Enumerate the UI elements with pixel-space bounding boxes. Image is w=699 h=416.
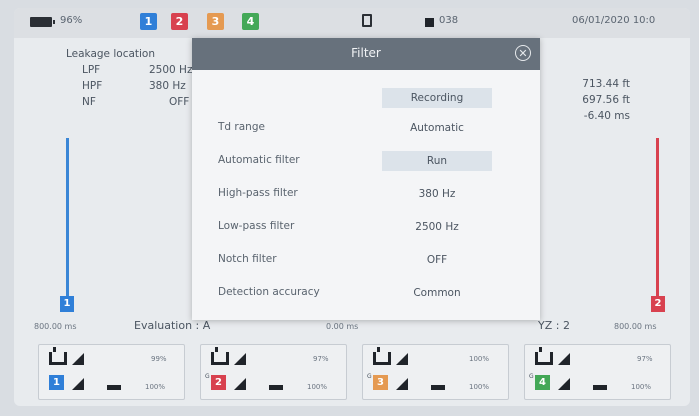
signal-icon [558, 378, 570, 390]
sensor-1-panel[interactable]: 99% 1 100% [38, 344, 185, 400]
record-icon [425, 18, 434, 27]
battery-percent: 96% [60, 15, 83, 26]
sensor-badge: 2 [211, 375, 226, 390]
right-cursor-line[interactable] [656, 138, 659, 310]
left-cursor-marker[interactable]: 1 [60, 296, 74, 312]
sensor-bottom-percent: 100% [307, 383, 328, 391]
time-axis: 800.00 ms 0.00 ms 800.00 ms [14, 320, 690, 336]
lpf-label: LPF [82, 64, 101, 76]
sensor-icon [211, 347, 229, 365]
low-pass-filter-value[interactable]: 2500 Hz [382, 217, 492, 237]
axis-left-time: 800.00 ms [34, 322, 77, 331]
distance-1-value: 713.44 ft [582, 78, 630, 90]
sensor-2-panel[interactable]: 97% G 2 100% [200, 344, 347, 400]
channel-2-indicator[interactable]: 2 [171, 13, 188, 30]
dialog-title: Filter [351, 46, 381, 60]
signal-icon [396, 378, 408, 390]
hpf-value: 380 Hz [149, 80, 186, 92]
signal-icon [72, 353, 84, 365]
sensor-status-row: 99% 1 100% 97% G 2 100% 100% G 3 100% 97… [34, 344, 684, 400]
battery-icon [269, 385, 283, 390]
sensor-g-tag: G [367, 373, 372, 380]
high-pass-filter-value[interactable]: 380 Hz [382, 184, 492, 204]
distance-2-value: 697.56 ft [582, 94, 630, 106]
sensor-top-percent: 97% [637, 355, 653, 363]
sensor-top-percent: 97% [313, 355, 329, 363]
sensor-badge: 4 [535, 375, 550, 390]
status-bar: 96% 1 2 3 4 038 06/01/2020 10:0 [14, 8, 690, 38]
signal-icon [234, 353, 246, 365]
td-range-value[interactable]: Automatic [382, 118, 492, 138]
sd-card-icon [362, 14, 372, 27]
notch-filter-value[interactable]: OFF [382, 250, 492, 270]
signal-icon [72, 378, 84, 390]
detection-accuracy-label: Detection accuracy [218, 286, 320, 298]
nf-label: NF [82, 96, 96, 108]
low-pass-filter-label: Low-pass filter [218, 220, 295, 232]
yz-label: YZ : 2 [538, 319, 570, 332]
sensor-g-tag: G [529, 373, 534, 380]
axis-right-time: 800.00 ms [614, 322, 657, 331]
evaluation-label: Evaluation : A [134, 319, 211, 332]
notch-filter-label: Notch filter [218, 253, 277, 265]
record-count: 038 [439, 15, 459, 26]
time-delay-value: -6.40 ms [583, 110, 630, 122]
dialog-header: Filter ✕ [192, 38, 540, 70]
sensor-top-percent: 99% [151, 355, 167, 363]
automatic-filter-label: Automatic filter [218, 154, 300, 166]
battery-icon [107, 385, 121, 390]
axis-center-time: 0.00 ms [326, 322, 359, 331]
sensor-top-percent: 100% [469, 355, 490, 363]
sensor-g-tag: G [205, 373, 210, 380]
signal-icon [234, 378, 246, 390]
leakage-location-title: Leakage location [66, 48, 156, 60]
signal-icon [396, 353, 408, 365]
right-cursor-marker[interactable]: 2 [651, 296, 665, 312]
detection-accuracy-value[interactable]: Common [382, 283, 492, 303]
sensor-bottom-percent: 100% [469, 383, 490, 391]
sensor-badge: 3 [373, 375, 388, 390]
lpf-value: 2500 Hz [149, 64, 193, 76]
nf-value: OFF [169, 96, 190, 108]
channel-4-indicator[interactable]: 4 [242, 13, 259, 30]
filter-dialog: Filter ✕ Recording Td range Automatic Au… [192, 38, 540, 320]
channel-1-indicator[interactable]: 1 [140, 13, 157, 30]
sensor-badge: 1 [49, 375, 64, 390]
hpf-label: HPF [82, 80, 103, 92]
battery-icon [431, 385, 445, 390]
sensor-3-panel[interactable]: 100% G 3 100% [362, 344, 509, 400]
datetime: 06/01/2020 10:0 [572, 15, 656, 26]
td-range-label: Td range [218, 121, 265, 133]
high-pass-filter-label: High-pass filter [218, 187, 298, 199]
close-icon[interactable]: ✕ [515, 45, 531, 61]
sensor-icon [49, 347, 67, 365]
recording-button[interactable]: Recording [382, 88, 492, 108]
sensor-icon [535, 347, 553, 365]
sensor-icon [373, 347, 391, 365]
automatic-filter-run-button[interactable]: Run [382, 151, 492, 171]
signal-icon [558, 353, 570, 365]
device-screen: 96% 1 2 3 4 038 06/01/2020 10:0 Leakage … [14, 8, 690, 406]
battery-icon [30, 17, 55, 27]
sensor-bottom-percent: 100% [631, 383, 652, 391]
sensor-bottom-percent: 100% [145, 383, 166, 391]
channel-3-indicator[interactable]: 3 [207, 13, 224, 30]
left-cursor-line[interactable] [66, 138, 69, 310]
sensor-4-panel[interactable]: 97% G 4 100% [524, 344, 671, 400]
battery-icon [593, 385, 607, 390]
